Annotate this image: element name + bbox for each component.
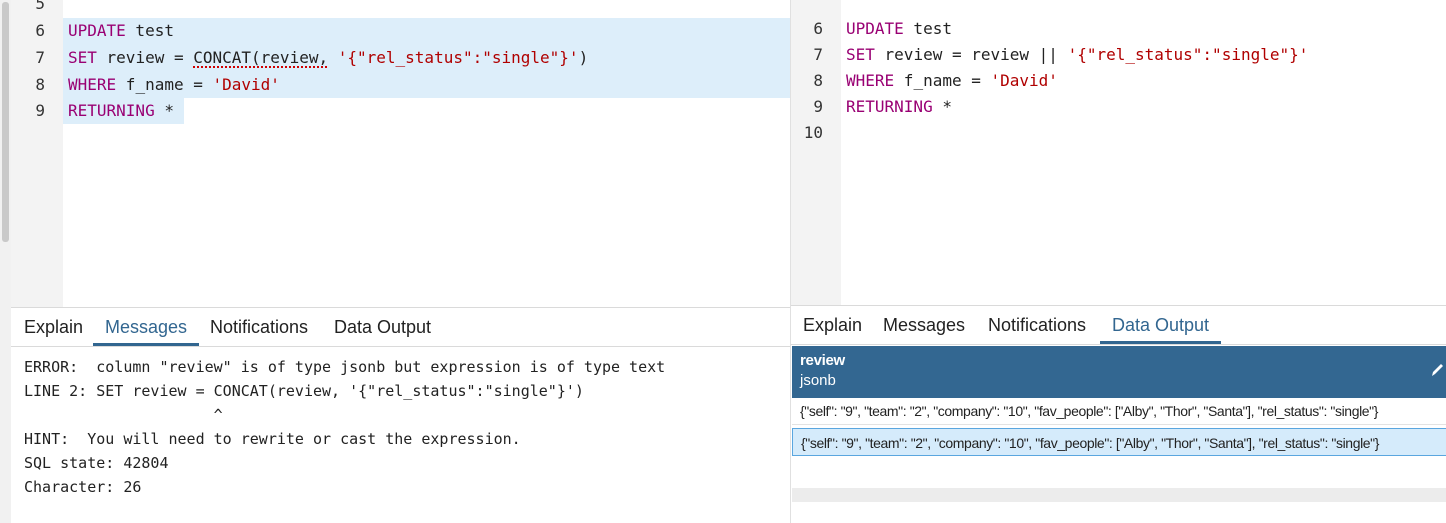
code-line[interactable]: RETURNING * xyxy=(68,98,174,124)
tab-explain[interactable]: Explain xyxy=(791,306,874,344)
right-output-tabbar: Explain Messages Notifications Data Outp… xyxy=(791,305,1446,345)
code-line[interactable]: SET review = CONCAT(review, '{"rel_statu… xyxy=(68,45,588,71)
tab-notifications[interactable]: Notifications xyxy=(976,306,1098,344)
code-text: * xyxy=(154,101,174,120)
sql-keyword: WHERE xyxy=(68,75,117,94)
sql-keyword: SET xyxy=(68,48,97,67)
code-line[interactable]: UPDATE test xyxy=(846,16,952,42)
tab-data-output[interactable]: Data Output xyxy=(1100,306,1222,344)
line-number: 9 xyxy=(35,101,45,120)
sql-string: 'David' xyxy=(212,75,280,94)
line-number: 10 xyxy=(803,123,823,142)
error-caret: ^ xyxy=(24,406,223,424)
sql-state: SQL state: 42804 xyxy=(24,454,169,472)
left-query-pane: 5 6 UPDATE test 7 SET review = CONCAT(re… xyxy=(0,0,790,523)
code-line[interactable]: UPDATE test xyxy=(68,18,174,44)
column-name: review xyxy=(800,352,845,369)
code-text: test xyxy=(125,21,174,40)
code-text: review = xyxy=(96,48,194,67)
table-row-selected[interactable]: {"self": "9", "team": "2", "company": "1… xyxy=(792,428,1446,456)
left-output-tabbar: Explain Messages Notifications Data Outp… xyxy=(11,307,790,347)
table-row[interactable]: {"self": "9", "team": "2", "company": "1… xyxy=(792,397,1446,425)
code-line[interactable]: WHERE f_name = 'David' xyxy=(68,72,280,98)
tab-explain[interactable]: Explain xyxy=(12,308,95,346)
line-number: 7 xyxy=(813,45,823,64)
code-text: test xyxy=(903,19,952,38)
sql-keyword: UPDATE xyxy=(846,19,904,38)
sql-keyword: RETURNING xyxy=(846,97,933,116)
code-line[interactable]: WHERE f_name = 'David' xyxy=(846,68,1058,94)
sql-keyword: RETURNING xyxy=(68,101,155,120)
data-output-grid: review jsonb {"self": "9", "team": "2", … xyxy=(792,346,1446,502)
tab-notifications[interactable]: Notifications xyxy=(198,308,320,346)
sql-string: 'David' xyxy=(990,71,1058,90)
line-number: 5 xyxy=(35,0,45,13)
sql-string: '{"rel_status":"single"}' xyxy=(337,48,579,67)
code-text: ) xyxy=(578,48,589,67)
column-header-review[interactable]: review jsonb xyxy=(792,346,1446,398)
code-text: f_name = xyxy=(116,75,213,94)
grid-horizontal-scrollbar[interactable] xyxy=(792,488,1446,502)
sql-keyword: SET xyxy=(846,45,875,64)
right-query-pane: 6 UPDATE test 7 SET review = review || '… xyxy=(790,0,1446,523)
code-text: review = review || xyxy=(874,45,1068,64)
line-number: 6 xyxy=(35,21,45,40)
tab-data-output[interactable]: Data Output xyxy=(322,308,443,346)
tab-messages[interactable]: Messages xyxy=(93,308,200,346)
left-sql-editor[interactable]: 5 6 UPDATE test 7 SET review = CONCAT(re… xyxy=(11,0,790,307)
pencil-edit-icon[interactable] xyxy=(1429,360,1445,380)
error-message: ERROR: column "review" is of type jsonb … xyxy=(24,358,666,376)
tab-messages[interactable]: Messages xyxy=(871,306,977,344)
error-underlined-expression: CONCAT(review, xyxy=(193,48,329,67)
line-number: 7 xyxy=(35,48,45,67)
column-type: jsonb xyxy=(800,372,836,389)
code-text: f_name = xyxy=(894,71,991,90)
right-sql-editor[interactable]: 6 UPDATE test 7 SET review = review || '… xyxy=(791,0,1446,305)
error-line: LINE 2: SET review = CONCAT(review, '{"r… xyxy=(24,382,584,400)
sql-string: '{"rel_status":"single"}' xyxy=(1067,45,1309,64)
code-line[interactable]: SET review = review || '{"rel_status":"s… xyxy=(846,42,1308,68)
sql-keyword: WHERE xyxy=(846,71,895,90)
code-text: * xyxy=(932,97,952,116)
messages-panel: ERROR: column "review" is of type jsonb … xyxy=(11,349,790,523)
line-number: 9 xyxy=(813,97,823,116)
line-number: 6 xyxy=(813,19,823,38)
hint-message: HINT: You will need to rewrite or cast t… xyxy=(24,430,521,448)
line-number: 8 xyxy=(813,71,823,90)
left-scrollbar[interactable] xyxy=(0,0,11,523)
code-line[interactable]: RETURNING * xyxy=(846,94,952,120)
sql-keyword: UPDATE xyxy=(68,21,126,40)
error-character: Character: 26 xyxy=(24,478,142,496)
line-number: 8 xyxy=(35,75,45,94)
left-scrollbar-thumb[interactable] xyxy=(2,2,9,242)
